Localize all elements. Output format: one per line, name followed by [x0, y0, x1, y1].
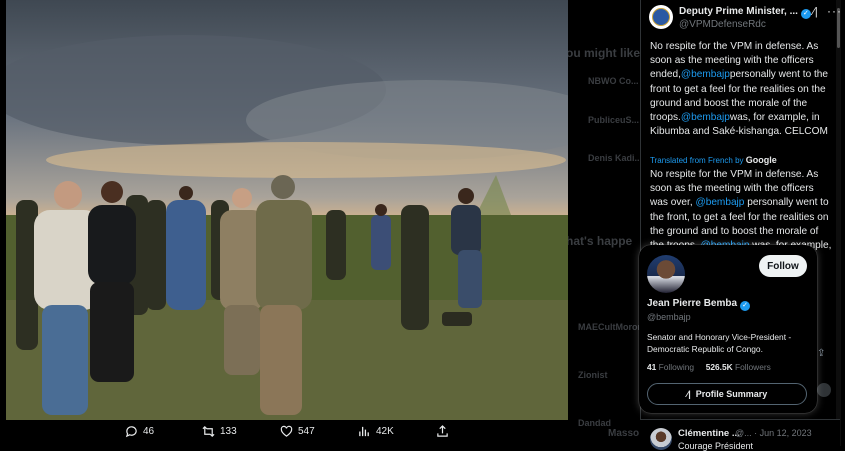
author-name-text: Deputy Prime Minister, ... [679, 6, 798, 17]
author-name[interactable]: Deputy Prime Minister, ... ✓ [679, 6, 811, 19]
like-count: 547 [298, 426, 315, 437]
repost-count: 133 [220, 426, 237, 437]
translation-attribution: Translated from French by Google [650, 155, 777, 165]
reply-icon [125, 426, 137, 438]
translator-name: Google [745, 155, 777, 165]
share-icon[interactable]: ⇪ [817, 348, 825, 359]
reply-meta: @... · Jun 12, 2023 [735, 428, 812, 438]
repost-button[interactable]: 133 [202, 425, 237, 438]
views-icon [359, 426, 369, 437]
verified-icon: ✓ [740, 301, 751, 311]
following-stat[interactable]: 41 Following [647, 362, 694, 372]
mention-link[interactable]: @bembajp [695, 197, 744, 208]
media-viewer: » → 46 133 547 42K [0, 0, 640, 446]
ghost-item: Denis Kadi... [588, 153, 640, 163]
tweet-photo[interactable] [6, 0, 568, 420]
grok-icon: ∕| [686, 389, 691, 399]
reply-avatar[interactable] [650, 428, 672, 450]
profile-handle[interactable]: @bembajp [647, 312, 691, 322]
like-button[interactable]: 547 [280, 425, 315, 438]
repost-icon [202, 426, 215, 437]
author-avatar[interactable] [649, 5, 673, 29]
following-count: 41 [647, 362, 657, 372]
ghost-heading-you-might-like: ou might like [568, 46, 640, 60]
like-icon [280, 425, 293, 437]
profile-summary-button[interactable]: ∕| Profile Summary [647, 383, 807, 405]
reply-text: Courage Président [678, 441, 754, 451]
more-icon[interactable]: ··· [827, 4, 841, 18]
reply-author-name[interactable]: Clémentine ... [678, 428, 740, 439]
ghost-item: Dandad [578, 418, 612, 428]
author-handle[interactable]: @VPMDefenseRdc [679, 19, 766, 30]
views-count: 42K [376, 426, 394, 437]
share-icon [437, 425, 448, 437]
ghost-item: Zionist [578, 370, 608, 380]
followers-count: 526.5K [705, 362, 733, 372]
verified-icon: ✓ [800, 9, 811, 19]
panel-scrollbar[interactable] [836, 0, 841, 446]
grok-icon[interactable]: ∕| [813, 6, 818, 18]
mention-link[interactable]: @bembajp [681, 112, 730, 123]
follow-button[interactable]: Follow [759, 255, 807, 277]
ghost-item: MAECultMoron [578, 322, 640, 332]
tweet-author-header: Deputy Prime Minister, ... ✓ @VPMDefenseR… [649, 4, 841, 31]
reply-button[interactable]: 46 [125, 425, 154, 438]
ghost-item: NBWO Co... [588, 76, 639, 86]
reply-item[interactable]: Clémentine ... @... · Jun 12, 2023 Coura… [640, 419, 840, 451]
ghost-item: Masso [608, 428, 640, 439]
profile-hover-card: Follow Jean Pierre Bemba ✓ @bembajp Senat… [639, 245, 817, 413]
profile-stats: 41 Following 526.5K Followers [647, 362, 771, 372]
followers-stat[interactable]: 526.5K Followers [706, 362, 771, 372]
share-button[interactable] [436, 425, 449, 438]
followers-label: Followers [735, 362, 771, 372]
ghost-heading-whats-happening: hat's happe [568, 234, 633, 248]
more-icon[interactable] [817, 383, 831, 397]
photo-scene [6, 35, 568, 420]
profile-name-text: Jean Pierre Bemba [647, 298, 738, 309]
mention-link[interactable]: @bembajp [681, 69, 730, 80]
profile-avatar[interactable] [647, 255, 685, 293]
profile-bio: Senator and Honorary Vice-President - De… [647, 332, 792, 354]
tweet-text: No respite for the VPM in defense. As so… [650, 40, 832, 139]
translated-label: Translated from French by [650, 156, 744, 165]
background-sidebar: ou might like NBWO Co... PubliceuS... De… [568, 0, 640, 446]
ghost-item: PubliceuS... [588, 115, 640, 125]
following-label: Following [658, 362, 695, 372]
profile-name[interactable]: Jean Pierre Bemba ✓ [647, 298, 751, 311]
views-button[interactable]: 42K [358, 425, 394, 438]
profile-summary-label: Profile Summary [695, 389, 768, 399]
tweet-action-bar: 46 133 547 42K [0, 422, 640, 446]
reply-count: 46 [143, 426, 155, 437]
